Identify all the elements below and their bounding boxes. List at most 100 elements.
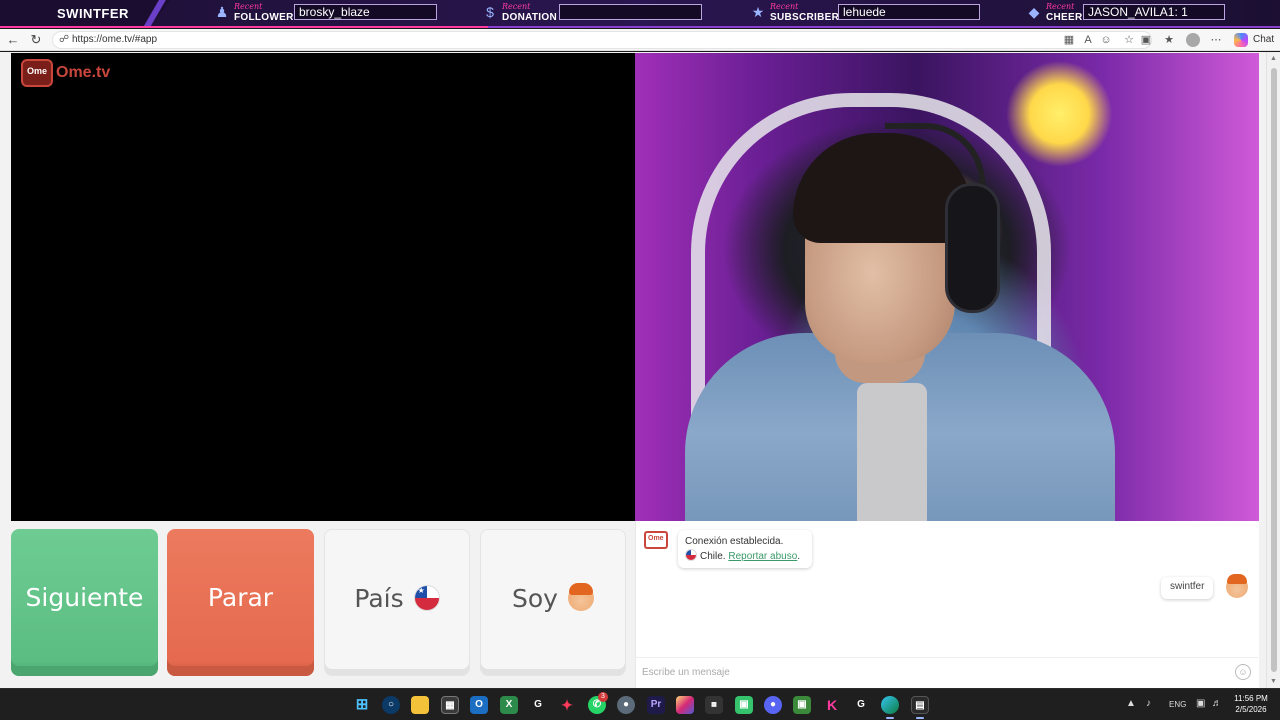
stranger-video: Ome Ome.tv [11, 53, 635, 521]
own-chat-message: swintfer [1161, 577, 1214, 599]
copilot-chat-label[interactable]: Chat [1253, 34, 1274, 45]
translate-icon[interactable]: A [1080, 32, 1096, 48]
donation-label: DONATION [502, 12, 557, 23]
site-info-icon[interactable]: ☍ [59, 34, 69, 45]
system-message: Conexión establecida. Chile. Reportar ab… [678, 530, 812, 568]
chat-logo-text: Ome [648, 535, 664, 542]
own-avatar-icon [1226, 574, 1248, 598]
page-scrollbar[interactable]: ▲ ▼ [1266, 52, 1280, 688]
tracking-prevention-icon[interactable]: ☺ [1098, 32, 1114, 48]
headphone-cup [945, 183, 1000, 313]
url-text: https://ome.tv/#app [72, 34, 158, 45]
web-app-icon[interactable]: ● [617, 696, 635, 714]
emoji-icon[interactable]: ☺ [1235, 664, 1251, 680]
bits-drop-icon: ◆ [1028, 4, 1040, 20]
tv-logo-icon: Ome [21, 59, 53, 87]
stream-deck-icon[interactable]: ▦ [705, 696, 723, 714]
language-indicator[interactable]: ENG [1169, 700, 1186, 709]
terminal-active-indicator [916, 717, 924, 719]
chat-panel: Ome Conexión establecida. Chile. Reporta… [635, 521, 1259, 688]
camera-indicator-icon[interactable]: ▣ [1138, 32, 1154, 48]
logo-wordmark: Ome.tv [56, 64, 111, 81]
cheer-value: JASON_AVILA1: 1 [1083, 4, 1225, 20]
more-menu-icon[interactable]: ⋯ [1208, 32, 1224, 48]
microphone-icon[interactable]: ♪ [1146, 698, 1151, 709]
chile-flag-icon [685, 549, 697, 561]
person-plus-icon: ♟ [215, 4, 229, 20]
cheer-label: CHEER [1046, 12, 1083, 23]
store-icon[interactable]: ▦ [441, 696, 459, 714]
network-icon[interactable]: ▣ [1196, 698, 1205, 709]
address-bar[interactable]: ☍ https://ome.tv/#app [52, 31, 1152, 49]
ometv-page: Ome Ome.tv Siguiente Parar País Soy Ome … [0, 52, 1280, 688]
recent-follower: ♟ Recent FOLLOWER brosky_blaze [214, 2, 438, 26]
subscriber-value: lehuede [838, 4, 980, 20]
excel-icon[interactable]: X [500, 696, 518, 714]
stream-overlay-bar: SWINTFER ♟ Recent FOLLOWER brosky_blaze … [0, 0, 1280, 28]
favorites-icon[interactable]: ★ [1161, 32, 1177, 48]
grey-tshirt [857, 383, 927, 521]
follower-label: FOLLOWER [234, 12, 294, 23]
streamer-name: SWINTFER [57, 6, 129, 21]
edge-icon[interactable] [881, 696, 899, 714]
outlook-icon[interactable]: O [470, 696, 488, 714]
report-suffix: . [797, 551, 801, 562]
copilot-icon[interactable] [1234, 33, 1248, 47]
browser-toolbar: ← ↻ ☍ https://ome.tv/#app ▦ A ☺ ☆ ▣ ★ ⋯ … [0, 29, 1280, 51]
ometv-logo[interactable]: Ome Ome.tv [21, 59, 116, 87]
country-button[interactable]: País [324, 529, 470, 676]
lightning-app-icon[interactable]: ✦ [558, 696, 576, 714]
country-line: Chile. Reportar abuso. [685, 549, 805, 564]
country-label-row: País [325, 584, 469, 613]
kick-icon[interactable]: K [823, 696, 841, 714]
gender-label: Soy [512, 584, 558, 613]
scroll-up-icon[interactable]: ▲ [1270, 55, 1277, 62]
scrollbar-thumb[interactable] [1271, 68, 1277, 672]
clock-time: 11:56 PM [1234, 694, 1268, 703]
instagram-icon[interactable] [676, 696, 694, 714]
follower-value: brosky_blaze [294, 4, 437, 20]
app-available-icon[interactable]: ▦ [1061, 32, 1077, 48]
favorite-star-icon[interactable]: ☆ [1121, 32, 1137, 48]
game-app-icon[interactable]: ▣ [735, 696, 753, 714]
profile-avatar[interactable] [1186, 33, 1200, 47]
gender-button[interactable]: Soy [480, 529, 626, 676]
scroll-down-icon[interactable]: ▼ [1270, 678, 1277, 685]
start-menu-icon[interactable]: ⊞ [353, 696, 371, 714]
partner-country: Chile. [700, 551, 726, 562]
recent-label: Recent [770, 2, 799, 11]
message-input[interactable] [642, 663, 1222, 681]
chile-flag-icon [413, 585, 440, 611]
boy-face-icon [567, 583, 594, 611]
logo-tv-text: Ome [27, 66, 48, 76]
premiere-icon[interactable]: Pr [647, 696, 665, 714]
terminal-icon[interactable]: ▤ [911, 696, 929, 714]
donation-value [559, 4, 702, 20]
recent-label: Recent [234, 2, 263, 11]
taskbar-clock[interactable]: 11:56 PM 2/5/2026 [1226, 693, 1276, 715]
brand-stripe-decoration [140, 0, 170, 28]
stop-button[interactable]: Parar [167, 529, 314, 676]
report-abuse-link[interactable]: Reportar abuso [728, 551, 797, 562]
tray-overflow-icon[interactable]: ▲ [1126, 698, 1136, 709]
next-button[interactable]: Siguiente [11, 529, 158, 676]
minecraft-icon[interactable]: ▣ [793, 696, 811, 714]
volume-icon[interactable]: ♬ [1212, 698, 1222, 709]
gender-label-row: Soy [481, 583, 625, 613]
discord-icon[interactable]: ● [764, 696, 782, 714]
ometv-chat-logo-icon: Ome [644, 531, 668, 549]
self-webcam-video [635, 53, 1259, 521]
windows-taskbar: ⊞ ○ ▦ O X G ✦ ✆ ● Pr ▦ ▣ ● ▣ K G ▤ ▲ ♪ E… [0, 688, 1280, 720]
refresh-icon[interactable]: ↻ [28, 32, 44, 48]
back-arrow-icon[interactable]: ← [5, 32, 21, 48]
next-label: Siguiente [25, 583, 144, 612]
search-icon[interactable]: ○ [382, 696, 400, 714]
stop-label: Parar [207, 583, 274, 612]
recent-label: Recent [502, 2, 531, 11]
recent-cheer: ◆ Recent CHEER JASON_AVILA1: 1 [1026, 2, 1228, 26]
obs-g-icon[interactable]: G [529, 696, 547, 714]
file-explorer-icon[interactable] [411, 696, 429, 714]
country-label: País [354, 584, 404, 613]
recent-label: Recent [1046, 2, 1075, 11]
g-hub-icon[interactable]: G [852, 696, 870, 714]
